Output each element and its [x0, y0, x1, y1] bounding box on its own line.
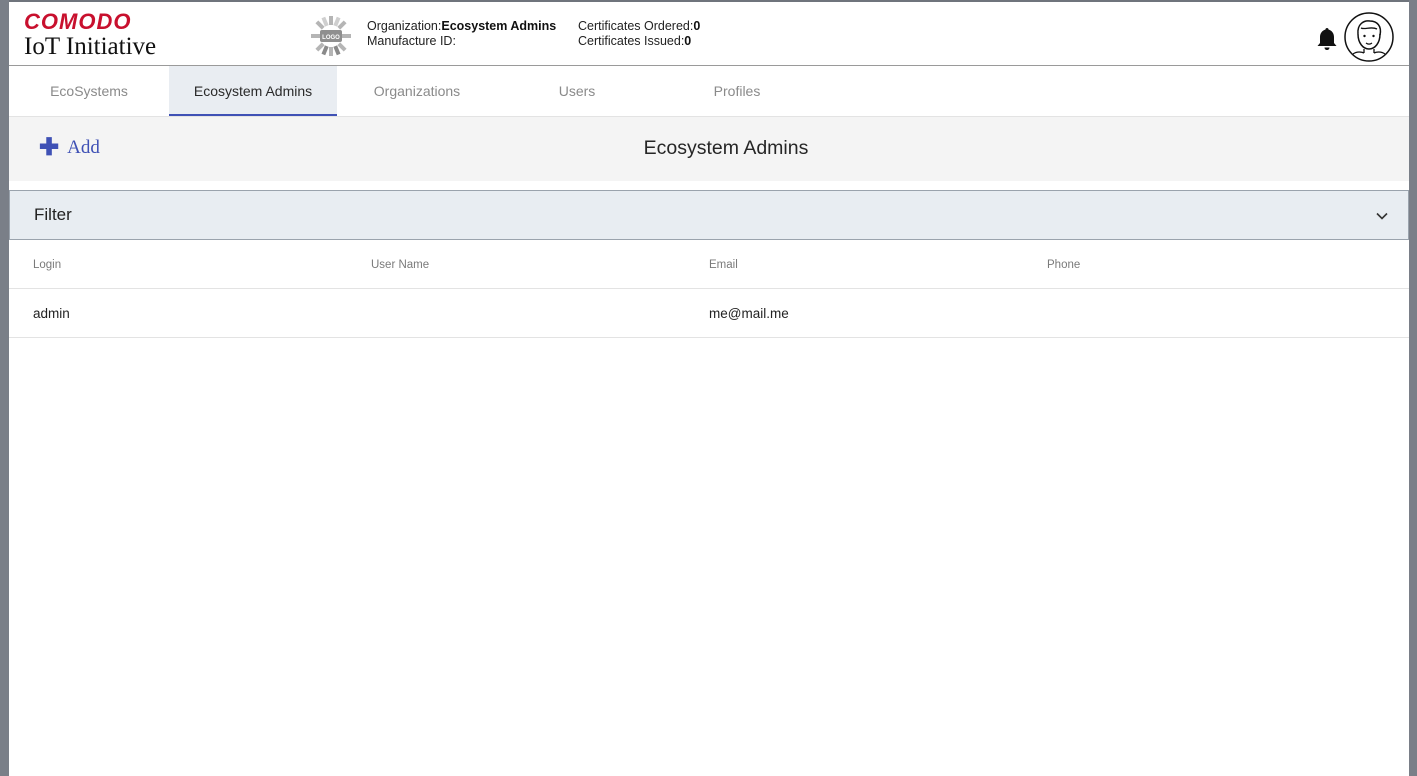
column-header-email[interactable]: Email: [709, 240, 738, 288]
certificates-ordered-label: Certificates Ordered:: [578, 19, 694, 33]
column-header-phone[interactable]: Phone: [1047, 240, 1080, 288]
tab-profiles[interactable]: Profiles: [657, 66, 817, 114]
app-frame: COMODO IoT Initiative LOGO Organization:…: [9, 2, 1409, 776]
chevron-down-icon[interactable]: [1375, 209, 1389, 223]
certificate-info: Certificates Ordered:0 Certificates Issu…: [578, 19, 700, 49]
cell-email: me@mail.me: [709, 306, 789, 321]
organization-info: Organization:Ecosystem Admins Manufactur…: [367, 19, 556, 49]
avatar-icon[interactable]: [1344, 12, 1394, 62]
organization-value: Ecosystem Admins: [441, 19, 557, 33]
bell-icon[interactable]: [1315, 26, 1339, 52]
certificates-issued-value: 0: [684, 34, 692, 48]
tab-users[interactable]: Users: [497, 66, 657, 114]
tab-ecosystems[interactable]: EcoSystems: [9, 66, 169, 114]
filter-panel-header[interactable]: Filter: [9, 190, 1409, 240]
brand-product: IoT Initiative: [24, 33, 157, 60]
brand-logo[interactable]: COMODO IoT Initiative: [24, 11, 156, 60]
column-header-login[interactable]: Login: [33, 240, 61, 288]
main-tabs: EcoSystems Ecosystem Admins Organization…: [9, 66, 1409, 117]
manufacture-id-label: Manufacture ID:: [367, 34, 456, 48]
admins-table: Login User Name Email Phone admin me@mai…: [9, 240, 1409, 338]
plus-icon: ✚: [39, 134, 60, 161]
organization-logo-placeholder: LOGO: [311, 16, 351, 56]
app-header: COMODO IoT Initiative LOGO Organization:…: [9, 2, 1409, 66]
column-header-user-name[interactable]: User Name: [371, 240, 429, 288]
tab-ecosystem-admins[interactable]: Ecosystem Admins: [169, 66, 337, 116]
table-row[interactable]: admin me@mail.me: [9, 289, 1409, 338]
add-button[interactable]: ✚ Add: [39, 134, 100, 161]
tab-organizations[interactable]: Organizations: [337, 66, 497, 114]
cell-login: admin: [33, 306, 70, 321]
page-title: Ecosystem Admins: [643, 137, 809, 159]
page-toolbar: Ecosystem Admins ✚ Add: [9, 117, 1409, 181]
certificates-issued-label: Certificates Issued:: [578, 34, 685, 48]
add-button-label: Add: [67, 137, 100, 158]
filter-label: Filter: [34, 205, 72, 224]
brand-name: COMODO: [24, 9, 132, 34]
certificates-ordered-value: 0: [693, 19, 701, 33]
logo-placeholder-text: LOGO: [322, 35, 340, 41]
organization-label: Organization:: [367, 19, 442, 33]
table-header-row: Login User Name Email Phone: [9, 240, 1409, 289]
